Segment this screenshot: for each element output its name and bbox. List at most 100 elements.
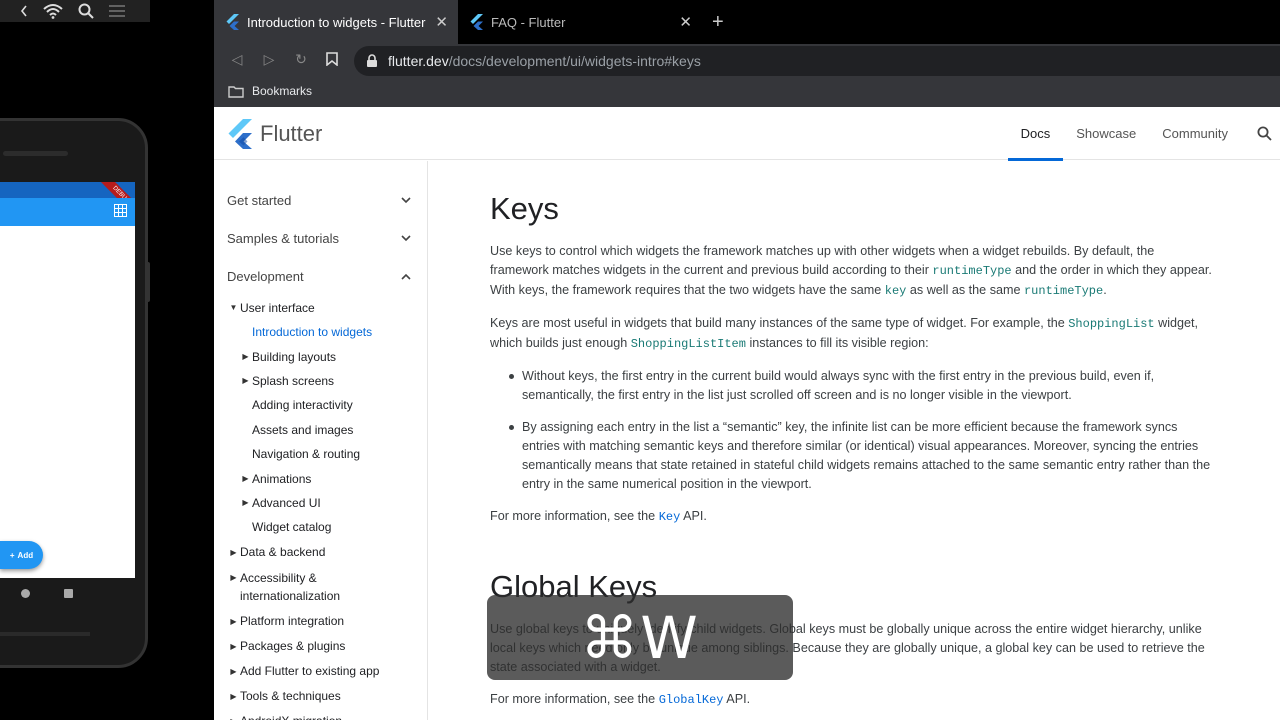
system-menubar <box>0 0 150 22</box>
phone-screen[interactable]: DEBUG <box>0 182 135 578</box>
chevron-up-icon <box>401 273 411 280</box>
lock-icon <box>367 54 377 67</box>
sidebar-item-label: Data & backend <box>240 545 326 560</box>
caret-right-icon: ▶ <box>230 572 237 582</box>
sidebar-item[interactable]: ▶ Platform integration <box>214 609 427 634</box>
sidebar-item-label: Widget catalog <box>252 520 332 535</box>
bookmark-icon[interactable] <box>326 52 338 66</box>
new-tab-button[interactable]: + <box>702 0 734 44</box>
phone-side-button <box>145 262 150 302</box>
sidebar-item-samples-tutorials[interactable]: Samples & tutorials <box>214 219 427 257</box>
home-icon[interactable] <box>21 588 30 598</box>
sidebar-item[interactable]: ▶ Accessibility & internationalization <box>214 565 427 609</box>
paragraph-globalkey-api: For more information, see the GlobalKey … <box>490 692 751 707</box>
phone-chin <box>0 632 90 636</box>
nav-docs[interactable]: Docs <box>1007 107 1064 161</box>
caret-right-icon: ▶ <box>227 717 240 720</box>
flutter-logo[interactable]: Flutter <box>228 119 322 149</box>
paragraph-keys-intro: Use keys to control which widgets the fr… <box>490 244 1212 298</box>
sidebar-item-label: Platform integration <box>240 614 345 629</box>
close-tab-icon[interactable]: ✕ <box>435 13 448 31</box>
sidebar-subitem[interactable]: Assets and images <box>214 418 427 442</box>
sidebar-item-label: Get started <box>227 192 292 208</box>
sidebar-item-development[interactable]: Development <box>214 257 427 295</box>
sidebar-item-label: Samples & tutorials <box>227 230 339 246</box>
address-bar[interactable]: flutter.dev/docs/development/ui/widgets-… <box>354 46 1280 76</box>
sidebar-item[interactable]: ▶ Data & backend <box>214 540 427 565</box>
page-title: Keys <box>490 191 559 226</box>
chevron-down-icon <box>401 234 411 241</box>
sidebar-subitem[interactable]: Introduction to widgets <box>214 320 427 344</box>
search-icon <box>1257 126 1272 141</box>
nav-community[interactable]: Community <box>1149 107 1241 160</box>
spotlight-search-icon[interactable] <box>78 3 94 19</box>
caret-right-icon: ▶ <box>242 498 249 508</box>
code-link-shoppinglistitem[interactable]: ShoppingListItem <box>631 337 746 351</box>
nav-showcase[interactable]: Showcase <box>1063 107 1149 160</box>
chevron-left-icon[interactable] <box>20 5 28 17</box>
sidebar-item-label: AndroidX migration <box>240 714 342 720</box>
code-key: key <box>884 284 907 298</box>
wifi-icon[interactable] <box>42 3 64 19</box>
url-host: flutter.dev <box>388 53 449 69</box>
sidebar-item-label: Animations <box>252 471 312 486</box>
flutter-favicon-icon <box>470 14 483 30</box>
sidebar-item[interactable]: ▶ Add Flutter to existing app <box>214 659 427 684</box>
list-item: By assigning each entry in the list a “s… <box>509 418 1214 494</box>
docs-sidebar: Get started Samples & tutorials Developm… <box>214 161 428 720</box>
tab-title: FAQ - Flutter <box>491 14 566 30</box>
add-fab-button[interactable]: + Add <box>0 541 43 569</box>
flutter-favicon-icon <box>226 14 239 30</box>
site-header: Flutter Docs Showcase Community <box>214 107 1280 161</box>
keystroke-overlay: ⌘W <box>487 595 793 680</box>
sidebar-subitem[interactable]: ▶ Animations <box>214 466 427 490</box>
grid-icon[interactable] <box>114 204 127 217</box>
list-item: Without keys, the first entry in the cur… <box>509 367 1214 405</box>
control-center-icon[interactable] <box>108 4 126 18</box>
top-nav: Docs Showcase Community <box>1007 107 1280 161</box>
sidebar-item-label: Building layouts <box>252 349 337 364</box>
back-icon[interactable]: ◁ <box>230 51 244 68</box>
folder-icon <box>228 85 244 98</box>
caret-right-icon: ▶ <box>242 474 249 484</box>
sidebar-subitem[interactable]: Navigation & routing <box>214 442 427 466</box>
browser-toolbar: ◁ ▷ ↻ flutter.dev/docs/development/ui/wi… <box>214 44 1280 76</box>
bookmarks-folder[interactable]: Bookmarks <box>252 84 312 98</box>
caret-right-icon: ▶ <box>230 666 237 676</box>
sidebar-item-label: Add Flutter to existing app <box>240 664 380 679</box>
phone-speaker <box>3 151 68 156</box>
tab-faq[interactable]: FAQ - Flutter ✕ <box>458 0 702 44</box>
forward-icon[interactable]: ▷ <box>262 51 276 68</box>
plus-icon: + <box>9 550 15 560</box>
sidebar-subitem[interactable]: ▶ Building layouts <box>214 344 427 368</box>
sidebar-subitem[interactable]: Adding interactivity <box>214 393 427 417</box>
key-api-link[interactable]: Key <box>659 509 681 524</box>
sidebar-subitem[interactable]: Widget catalog <box>214 515 427 539</box>
sidebar-item-label: User interface <box>240 300 315 315</box>
sidebar-item-get-started[interactable]: Get started <box>214 181 427 219</box>
tab-strip: Introduction to widgets - Flutter ✕ FAQ … <box>214 0 1280 44</box>
tab-introduction-to-widgets[interactable]: Introduction to widgets - Flutter ✕ <box>214 0 458 44</box>
tab-title: Introduction to widgets - Flutter <box>247 14 426 30</box>
sidebar-item-label: Introduction to widgets <box>252 325 373 340</box>
sidebar-subitem[interactable]: ▶ Splash screens <box>214 369 427 393</box>
chevron-down-icon <box>401 196 411 203</box>
globalkey-api-link[interactable]: GlobalKey <box>659 692 724 707</box>
search-button[interactable] <box>1241 107 1280 160</box>
reload-icon[interactable]: ↻ <box>294 51 308 68</box>
sidebar-item[interactable]: ▶AndroidX migration <box>214 709 427 720</box>
code-link-shoppinglist[interactable]: ShoppingList <box>1068 317 1154 331</box>
flutter-logo-icon <box>228 119 252 149</box>
sidebar-item-label: Tools & techniques <box>240 689 341 704</box>
close-tab-icon[interactable]: ✕ <box>679 13 692 31</box>
sidebar-subitem[interactable]: ▶ Advanced UI <box>214 491 427 515</box>
phone-status-bar: DEBUG <box>0 182 135 219</box>
caret-right-icon: ▶ <box>230 691 237 701</box>
sidebar-item[interactable]: ▶ Packages & plugins <box>214 634 427 659</box>
sidebar-item-label: Assets and images <box>252 422 354 437</box>
sidebar-item[interactable]: ▶ Tools & techniques <box>214 684 427 709</box>
sidebar-item-user-interface[interactable]: ▼ User interface <box>214 295 427 320</box>
recents-icon[interactable] <box>64 588 73 598</box>
sidebar-item-label: Adding interactivity <box>252 398 353 413</box>
code-runtimetype: runtimeType <box>1023 284 1104 298</box>
